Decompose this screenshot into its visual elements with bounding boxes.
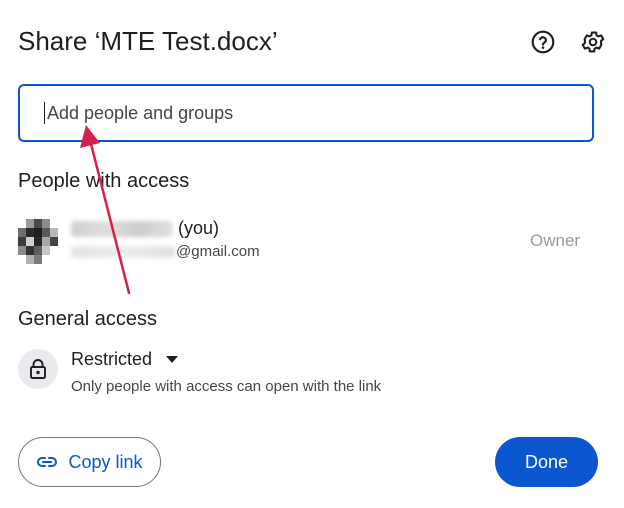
done-button[interactable]: Done bbox=[495, 437, 598, 487]
general-access-description: Only people with access can open with th… bbox=[71, 378, 382, 395]
text-cursor bbox=[44, 102, 45, 124]
dropdown-arrow-icon bbox=[166, 356, 179, 363]
general-access-selected: Restricted bbox=[71, 349, 153, 369]
add-people-field[interactable] bbox=[18, 84, 594, 142]
people-with-access-heading: People with access bbox=[18, 170, 190, 192]
settings-button[interactable] bbox=[579, 28, 607, 56]
person-role-label: Owner bbox=[530, 231, 581, 250]
general-access-dropdown[interactable]: Restricted bbox=[71, 349, 179, 370]
link-icon bbox=[37, 457, 58, 467]
help-button[interactable] bbox=[529, 28, 557, 56]
lock-icon bbox=[30, 359, 46, 379]
copy-link-button[interactable]: Copy link bbox=[18, 437, 161, 487]
person-name-suffix: (you) bbox=[178, 218, 220, 238]
help-circle-icon bbox=[531, 30, 555, 54]
person-email-redacted bbox=[71, 246, 175, 258]
copy-link-label: Copy link bbox=[68, 451, 143, 472]
access-icon-badge bbox=[18, 349, 58, 389]
person-email-suffix: @gmail.com bbox=[176, 243, 260, 260]
general-access-heading: General access bbox=[18, 308, 157, 330]
dialog-title: Share ‘MTE Test.docx’ bbox=[18, 26, 278, 56]
gear-icon bbox=[581, 31, 605, 53]
add-people-input[interactable] bbox=[47, 102, 527, 124]
person-name-redacted bbox=[71, 221, 173, 237]
avatar bbox=[18, 219, 58, 264]
